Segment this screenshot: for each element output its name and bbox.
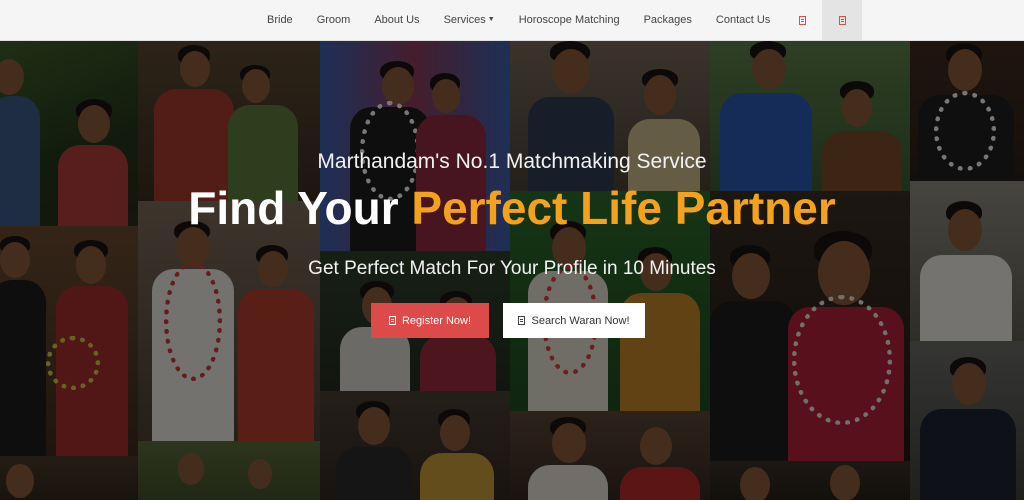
hero-headline-text: Find Your: [188, 182, 412, 234]
register-now-button[interactable]: Register Now!: [371, 303, 489, 338]
nav-document-button-2[interactable]: [822, 0, 863, 40]
document-icon: [518, 316, 526, 325]
register-now-label: Register Now!: [401, 314, 472, 327]
search-now-button[interactable]: Search Waran Now!: [503, 303, 645, 338]
caret-down-icon: ▼: [487, 16, 495, 24]
hero-section: Marthandam's No.1 Matchmaking Service Fi…: [0, 41, 1024, 500]
nav-item-bride[interactable]: Bride: [255, 0, 305, 40]
document-icon: [388, 316, 396, 325]
document-icon: [838, 15, 846, 25]
nav-item-about-us[interactable]: About Us: [362, 0, 431, 40]
hero-subline: Get Perfect Match For Your Profile in 10…: [308, 258, 716, 279]
document-icon: [798, 15, 806, 25]
nav-item-contact-us[interactable]: Contact Us: [704, 0, 782, 40]
top-navbar: Bride Groom About Us Services ▼ Horoscope…: [0, 0, 1024, 41]
nav-item-packages[interactable]: Packages: [632, 0, 704, 40]
hero-tagline: Marthandam's No.1 Matchmaking Service: [317, 150, 707, 173]
hero-headline: Find Your Perfect Life Partner: [0, 181, 1024, 235]
nav-menu: Bride Groom About Us Services ▼ Horoscope…: [255, 0, 863, 40]
hero-headline-accent: Perfect Life Partner: [411, 182, 836, 234]
nav-item-services-label: Services: [443, 13, 486, 26]
nav-item-groom[interactable]: Groom: [305, 0, 363, 40]
nav-document-button-1[interactable]: [782, 0, 822, 40]
nav-item-horoscope-matching[interactable]: Horoscope Matching: [507, 0, 632, 40]
nav-item-services[interactable]: Services ▼: [432, 0, 507, 40]
search-now-label: Search Waran Now!: [531, 314, 630, 327]
